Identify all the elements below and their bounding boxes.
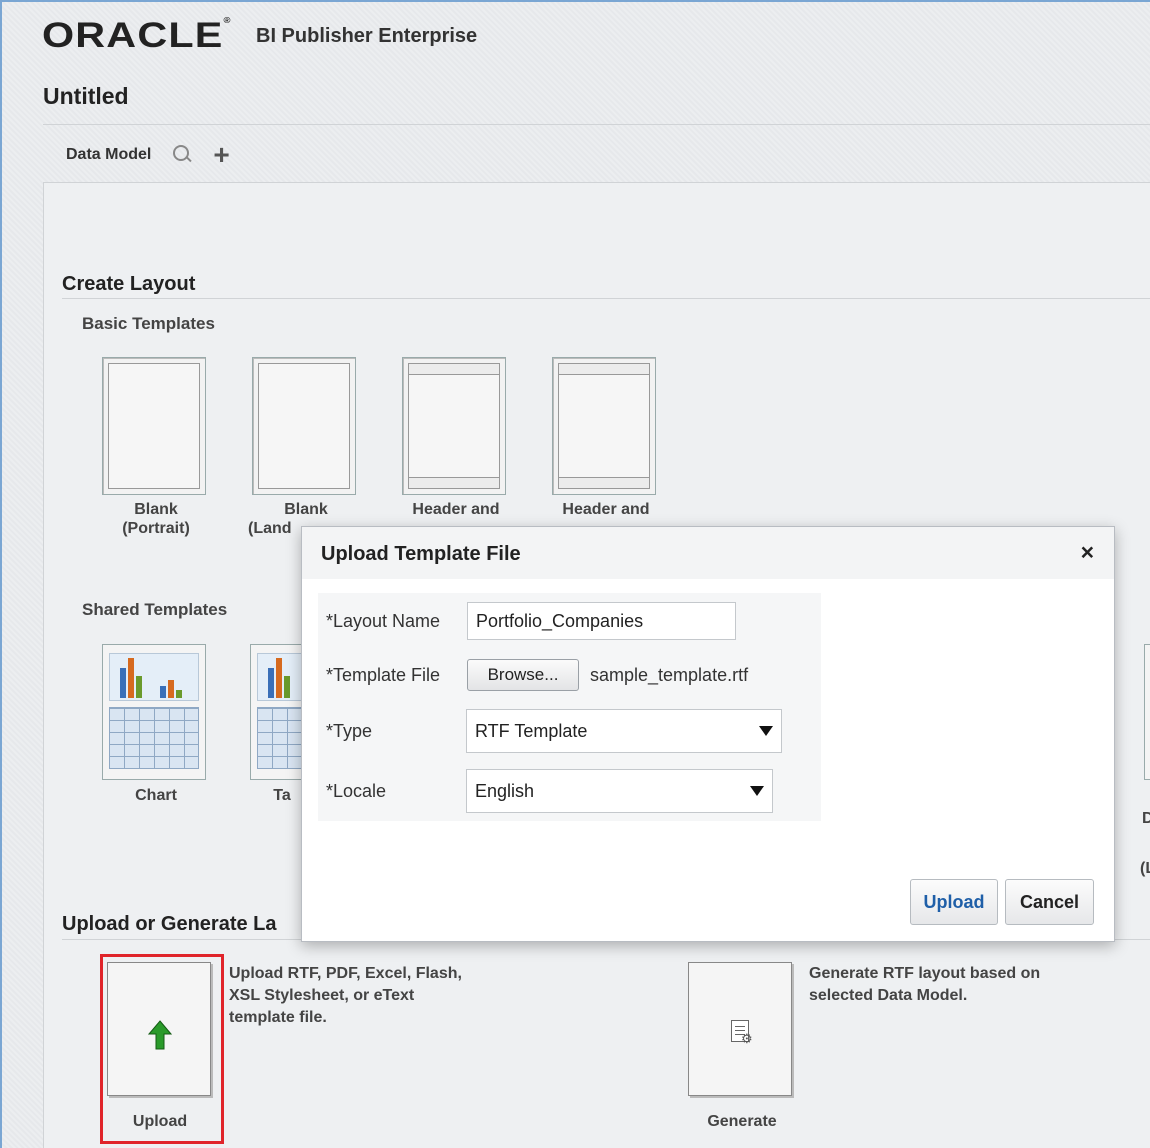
- template-header-footer-portrait[interactable]: [402, 357, 506, 495]
- template-partial[interactable]: [1144, 644, 1150, 780]
- type-label: *Type: [326, 721, 373, 741]
- template-chart-table[interactable]: [250, 644, 307, 780]
- data-model-link[interactable]: Data Model: [66, 146, 151, 164]
- template-footer-bar: [408, 477, 500, 489]
- template-label: Header and: [412, 501, 500, 518]
- app-frame: ORACLE® BI Publisher Enterprise Untitled…: [0, 0, 1150, 1148]
- layout-name-label: *Layout Name: [326, 611, 441, 631]
- cancel-button[interactable]: Cancel: [1005, 879, 1094, 925]
- upload-description: Upload RTF, PDF, Excel, Flash, XSL Style…: [229, 965, 462, 1026]
- toolbar: Data Model +: [66, 139, 230, 171]
- browse-button[interactable]: Browse...: [467, 659, 579, 691]
- create-layout-title: Create Layout: [62, 273, 196, 295]
- page-title: Untitled: [43, 83, 129, 109]
- create-layout-divider: [62, 298, 1150, 299]
- template-page-preview: [258, 363, 350, 489]
- chart-thumbnail-icon: [257, 653, 307, 701]
- locale-select-value: English: [475, 781, 535, 801]
- generate-document-icon: [731, 1020, 753, 1047]
- type-select[interactable]: RTF Template: [466, 709, 782, 753]
- template-label: Header and: [562, 501, 650, 518]
- template-label: Blank (Portrait): [122, 501, 190, 537]
- product-name: BI Publisher Enterprise: [256, 24, 478, 47]
- table-thumbnail-icon: [257, 707, 307, 769]
- search-icon[interactable]: [173, 145, 193, 165]
- dialog-header: Upload Template File ×: [302, 527, 1114, 579]
- highlight-box: [100, 954, 224, 1144]
- template-page-preview: [408, 363, 500, 489]
- dialog-title: Upload Template File: [321, 543, 521, 565]
- title-divider: [43, 124, 1150, 125]
- upload-generate-title: Upload or Generate La: [62, 913, 277, 935]
- upload-button[interactable]: Upload: [910, 879, 998, 925]
- template-page-preview: [558, 363, 650, 489]
- template-label-partial: (L: [1140, 860, 1150, 877]
- template-footer-bar: [558, 477, 650, 489]
- template-file-label: *Template File: [326, 665, 441, 685]
- template-page-preview: [108, 363, 200, 489]
- layout-name-input[interactable]: [467, 602, 736, 640]
- generate-layout-button[interactable]: [688, 962, 792, 1096]
- template-label-partial: D: [1142, 810, 1150, 827]
- template-header-footer-landscape[interactable]: [552, 357, 656, 495]
- upload-template-dialog: Upload Template File × *Layout Name *Tem…: [301, 526, 1115, 942]
- chevron-down-icon: [750, 786, 764, 796]
- plus-icon[interactable]: +: [213, 139, 229, 171]
- template-header-bar: [558, 363, 650, 375]
- generate-label: Generate: [707, 1113, 777, 1130]
- oracle-logo: ORACLE®: [42, 16, 232, 55]
- template-header-bar: [408, 363, 500, 375]
- close-icon[interactable]: ×: [1081, 539, 1094, 566]
- basic-templates-title: Basic Templates: [82, 314, 215, 333]
- chart-thumbnail-icon: [109, 653, 199, 701]
- chevron-down-icon: [759, 726, 773, 736]
- selected-file-name: sample_template.rtf: [590, 665, 749, 685]
- shared-templates-title: Shared Templates: [82, 600, 228, 619]
- dialog-form: *Layout Name *Template File Browse... sa…: [318, 593, 821, 821]
- template-label: Chart: [135, 787, 177, 804]
- template-blank-portrait[interactable]: [102, 357, 206, 495]
- brand-bar: ORACLE® BI Publisher Enterprise: [42, 16, 477, 56]
- template-blank-landscape[interactable]: [252, 357, 356, 495]
- locale-select[interactable]: English: [466, 769, 773, 813]
- template-chart[interactable]: [102, 644, 206, 780]
- locale-label: *Locale: [326, 781, 387, 801]
- generate-description: Generate RTF layout based on selected Da…: [809, 965, 1041, 1004]
- table-thumbnail-icon: [109, 707, 199, 769]
- type-select-value: RTF Template: [475, 721, 588, 741]
